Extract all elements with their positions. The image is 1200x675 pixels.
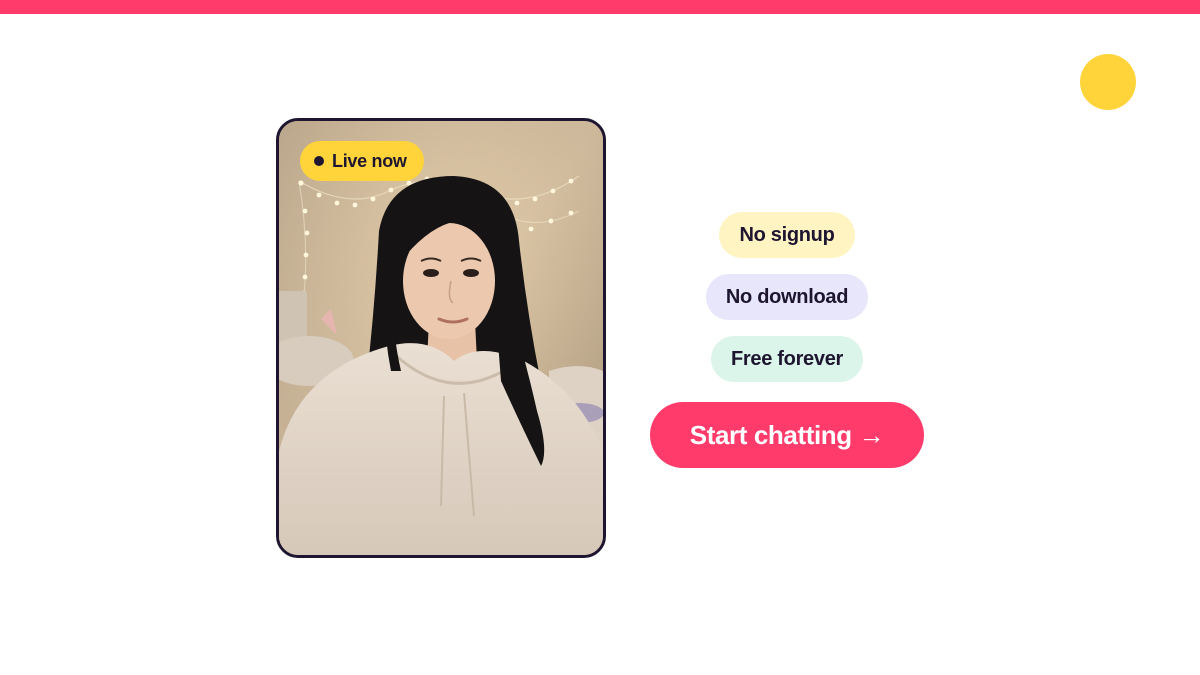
feature-pill-free-forever: Free forever (710, 336, 863, 382)
feature-pill-label: No download (725, 285, 849, 308)
feature-pill-label: Free forever (730, 347, 843, 370)
profile-photo (279, 121, 603, 555)
live-dot-icon (314, 156, 324, 166)
top-accent-bar (0, 0, 1200, 14)
live-now-label: Live now (332, 150, 407, 171)
feature-pill-no-signup: No signup (719, 212, 855, 258)
start-chatting-button[interactable]: Start chatting → (650, 402, 924, 468)
page: Live now No signup No download Free fore… (0, 0, 1200, 675)
live-now-badge: Live now (300, 141, 424, 181)
feature-pill-no-download: No download (705, 274, 869, 320)
feature-pill-label: No signup (739, 223, 835, 246)
feature-column: No signup No download Free forever Start… (650, 212, 924, 468)
decorative-yellow-circle (1080, 54, 1136, 110)
profile-photo-card[interactable]: Live now (276, 118, 606, 558)
